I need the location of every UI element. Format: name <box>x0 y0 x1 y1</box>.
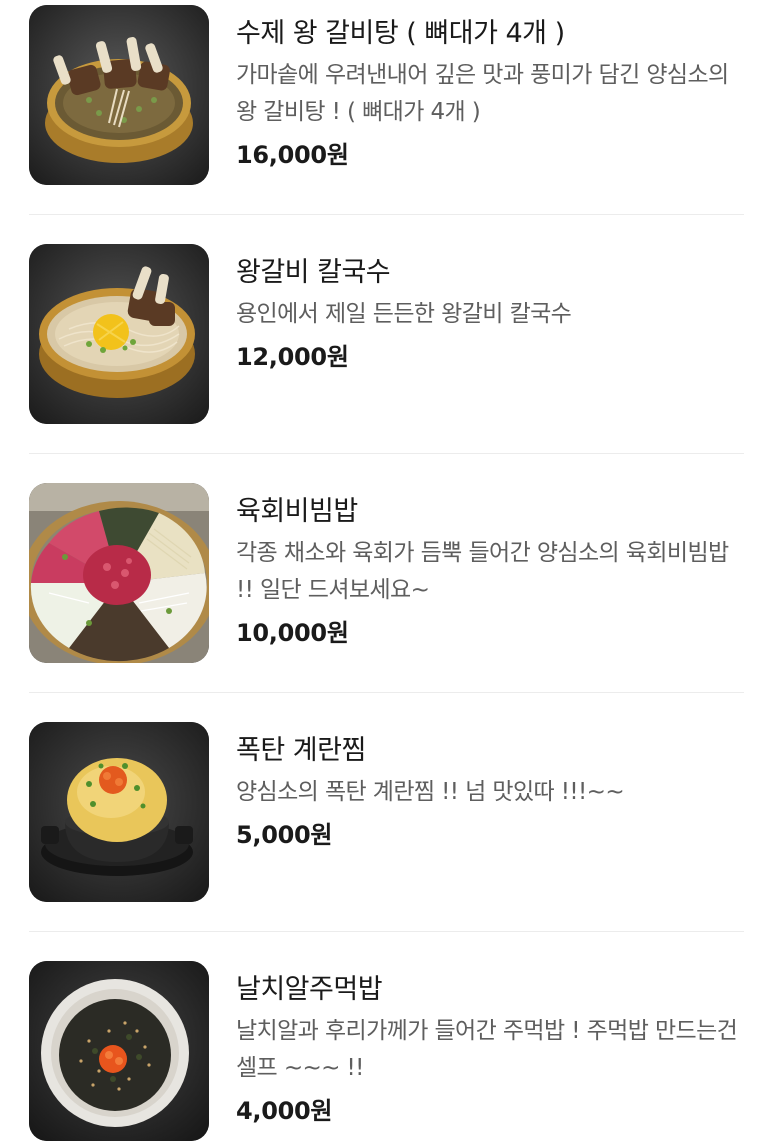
divider <box>29 453 744 454</box>
menu-item-price: 12,000원 <box>236 343 349 371</box>
menu-item-name: 날치알주먹밥 <box>236 974 383 1005</box>
menu-item-name: 왕갈비 칼국수 <box>236 257 391 288</box>
divider <box>29 692 744 693</box>
menu-item-info: 왕갈비 칼국수 용인에서 제일 든든한 왕갈비 칼국수 12,000원 <box>236 254 746 375</box>
menu-item-description: 날치알과 후리가께가 들어간 주먹밥 ! 주먹밥 만드는건 셀프 ~~~ !! <box>236 1018 738 1081</box>
menu-item[interactable]: 폭탄 계란찜 양심소의 폭탄 계란찜 !! 넘 맛있따 !!!~~ 5,000원 <box>29 722 744 902</box>
menu-item-name: 수제 왕 갈비탕 ( 뼈대가 4개 ) <box>236 18 565 49</box>
menu-item-info: 수제 왕 갈비탕 ( 뼈대가 4개 ) 가마솥에 우려낸내어 깊은 맛과 풍미가… <box>236 15 746 173</box>
menu-item-description: 양심소의 폭탄 계란찜 !! 넘 맛있따 !!!~~ <box>236 779 625 805</box>
menu-item-price: 10,000원 <box>236 619 349 647</box>
menu-item-name: 폭탄 계란찜 <box>236 735 366 766</box>
divider <box>29 931 744 932</box>
steamed-egg-photo[interactable] <box>29 722 209 902</box>
yukhoe-bibimbap-photo[interactable] <box>29 483 209 663</box>
menu-item-price: 4,000원 <box>236 1097 333 1125</box>
rice-ball-photo[interactable] <box>29 961 209 1141</box>
divider <box>29 214 744 215</box>
menu-item-price: 16,000원 <box>236 141 349 169</box>
menu-item[interactable]: 왕갈비 칼국수 용인에서 제일 든든한 왕갈비 칼국수 12,000원 <box>29 244 744 424</box>
menu-item-name: 육회비빔밥 <box>236 496 358 527</box>
menu-item-info: 육회비빔밥 각종 채소와 육회가 듬뿍 들어간 양심소의 육회비빔밥 !! 일단… <box>236 493 746 651</box>
menu-item-description: 각종 채소와 육회가 듬뿍 들어간 양심소의 육회비빔밥 !! 일단 드셔보세요… <box>236 540 729 603</box>
menu-item[interactable]: 수제 왕 갈비탕 ( 뼈대가 4개 ) 가마솥에 우려낸내어 깊은 맛과 풍미가… <box>29 5 744 185</box>
menu-item-description: 용인에서 제일 든든한 왕갈비 칼국수 <box>236 301 572 327</box>
menu-item-info: 날치알주먹밥 날치알과 후리가께가 들어간 주먹밥 ! 주먹밥 만드는건 셀프 … <box>236 971 746 1129</box>
menu-item-price: 5,000원 <box>236 821 333 849</box>
menu-item-description: 가마솥에 우려낸내어 깊은 맛과 풍미가 담긴 양심소의 왕 갈비탕 ! ( 뼈… <box>236 62 729 125</box>
menu-item[interactable]: 날치알주먹밥 날치알과 후리가께가 들어간 주먹밥 ! 주먹밥 만드는건 셀프 … <box>29 961 744 1141</box>
kalguksu-photo[interactable] <box>29 244 209 424</box>
menu-item-info: 폭탄 계란찜 양심소의 폭탄 계란찜 !! 넘 맛있따 !!!~~ 5,000원 <box>236 732 746 853</box>
galbitang-photo[interactable] <box>29 5 209 185</box>
menu-item[interactable]: 육회비빔밥 각종 채소와 육회가 듬뿍 들어간 양심소의 육회비빔밥 !! 일단… <box>29 483 744 663</box>
